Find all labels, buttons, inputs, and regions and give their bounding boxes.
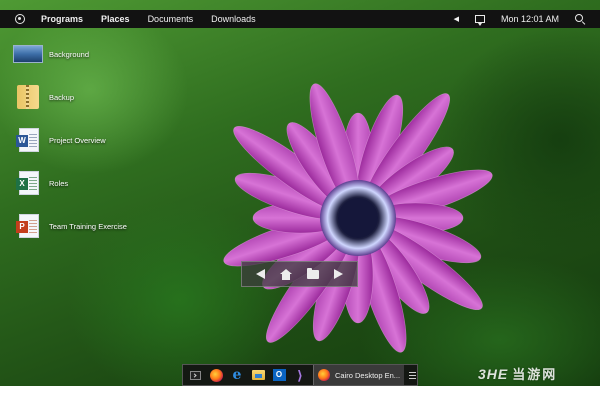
desktop-icon-label: Team Training Exercise (49, 221, 127, 231)
dock-app-edge[interactable]: e (228, 366, 246, 384)
watermark-sub: 当游网 (512, 367, 558, 382)
powerpoint-doc-icon: P (16, 214, 39, 238)
taskbar-dock: e O ⟩ Cairo Desktop En... (182, 364, 418, 386)
dock-app-file-explorer[interactable] (249, 366, 267, 384)
file-explorer-icon (251, 370, 265, 380)
site-watermark: 3HE 当游网 (478, 364, 557, 383)
clock[interactable]: Mon 12:01 AM (501, 14, 559, 24)
word-doc-icon: W (16, 128, 39, 152)
excel-doc-icon: X (16, 171, 39, 195)
excel-badge: X (16, 178, 28, 190)
wallpaper-flower (223, 83, 493, 353)
desktop-icon-background[interactable]: Background (13, 45, 89, 63)
edge-icon: e (232, 366, 242, 383)
home-icon[interactable] (279, 268, 292, 280)
outlook-icon: O (272, 369, 286, 381)
back-icon[interactable] (255, 269, 265, 279)
desktop-icon-label: Background (49, 49, 90, 59)
desktop-icon-label: Roles (49, 178, 69, 188)
folder-navigation-widget (241, 261, 358, 287)
desktop-icon-label: Project Overview (49, 135, 106, 145)
menu-programs[interactable]: Programs (41, 14, 83, 24)
desktop-icon-label: Backup (49, 92, 75, 102)
image-icon (13, 45, 43, 63)
watermark-brand: 3HE (478, 366, 509, 382)
menu-places[interactable]: Places (101, 14, 130, 24)
task-label: Cairo Desktop En... (335, 370, 401, 380)
left-arrow-icon[interactable]: ◀ (454, 15, 459, 23)
top-menu-bar: Programs Places Documents Downloads ◀ Mo… (0, 10, 600, 28)
word-badge: W (16, 135, 28, 147)
dock-menu-icon[interactable] (409, 371, 417, 379)
taskbar-task-firefox[interactable]: Cairo Desktop En... (314, 365, 405, 385)
menu-documents[interactable]: Documents (148, 14, 194, 24)
desktop-icon-backup[interactable]: Backup (13, 85, 74, 109)
cairo-logo-icon[interactable] (15, 14, 25, 24)
dock-app-firefox[interactable] (207, 366, 225, 384)
visual-studio-icon: ⟩ (297, 367, 303, 383)
dock-app-visual-studio[interactable]: ⟩ (291, 366, 309, 384)
desktop-icon-roles[interactable]: X Roles (13, 171, 68, 195)
forward-icon[interactable] (334, 269, 344, 279)
flower-core (338, 198, 378, 238)
dock-app-terminal[interactable] (186, 366, 204, 384)
terminal-icon (189, 370, 201, 380)
firefox-icon (209, 368, 223, 382)
menu-downloads[interactable]: Downloads (211, 14, 256, 24)
desktop[interactable]: Background Backup W Project Overview X R… (0, 0, 600, 386)
zip-folder-icon (17, 85, 39, 109)
search-icon[interactable] (575, 14, 585, 24)
notification-icon[interactable] (474, 15, 485, 26)
dock-app-outlook[interactable]: O (270, 366, 288, 384)
desktop-icon-team-training-exercise[interactable]: P Team Training Exercise (13, 214, 127, 238)
firefox-icon (318, 369, 330, 381)
powerpoint-badge: P (16, 221, 28, 233)
folder-icon[interactable] (307, 267, 320, 279)
top-panel-tray: ◀ Mon 12:01 AM (454, 10, 600, 28)
desktop-icon-project-overview[interactable]: W Project Overview (13, 128, 106, 152)
